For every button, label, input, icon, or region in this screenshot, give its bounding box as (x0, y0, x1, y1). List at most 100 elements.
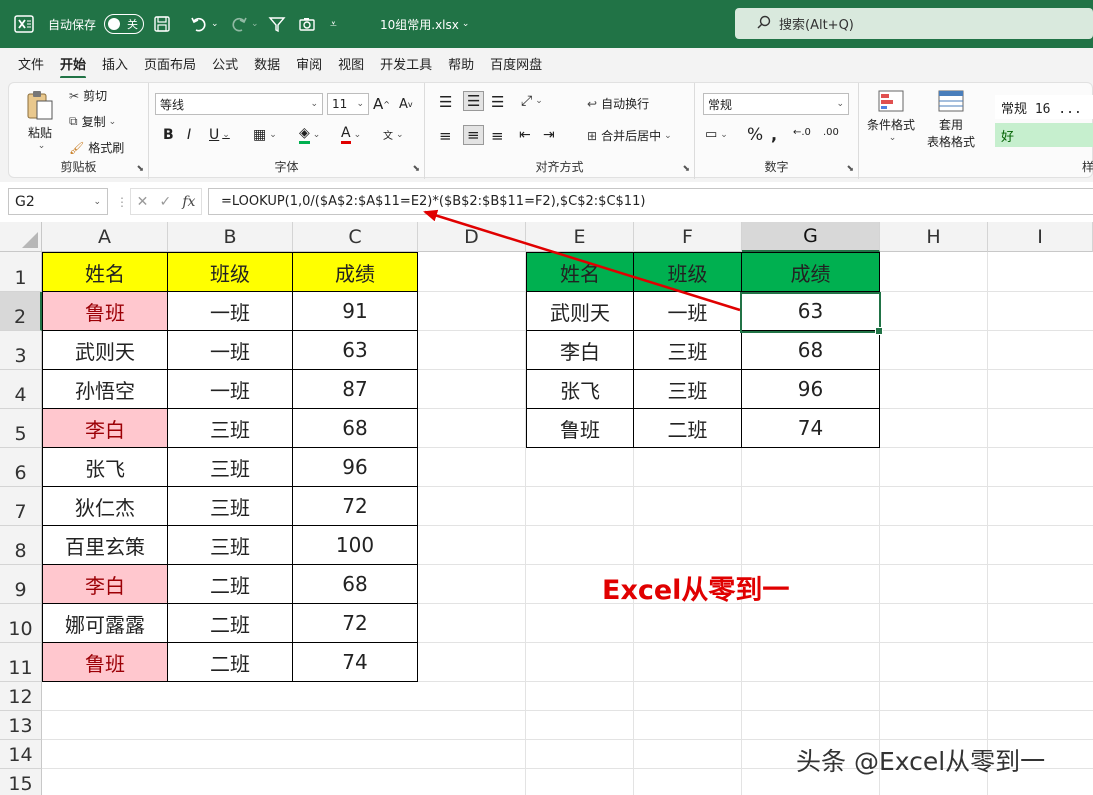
table-cell[interactable]: 87 (293, 370, 418, 409)
row-header[interactable]: 9 (0, 565, 42, 604)
tab-help[interactable]: 帮助 (448, 49, 474, 78)
table-cell[interactable]: 鲁班 (526, 409, 634, 448)
table-cell[interactable]: 三班 (168, 526, 293, 565)
table-cell[interactable]: 74 (742, 409, 880, 448)
row-header[interactable]: 12 (0, 682, 42, 711)
cut-button[interactable]: ✂ 剪切 (69, 87, 107, 104)
table-cell[interactable]: 96 (742, 370, 880, 409)
row-header[interactable]: 4 (0, 370, 42, 409)
alignment-launcher-icon[interactable]: ⬊ (682, 164, 690, 174)
table-header-cell[interactable]: 姓名 (526, 252, 634, 292)
table-cell[interactable]: 张飞 (526, 370, 634, 409)
table-cell[interactable]: 68 (293, 409, 418, 448)
row-header[interactable]: 7 (0, 487, 42, 526)
table-cell[interactable]: 张飞 (42, 448, 168, 487)
row-header[interactable]: 1 (0, 252, 42, 292)
borders-icon[interactable]: ▦ ⌄ (253, 127, 277, 143)
format-painter-button[interactable]: 🖌 格式刷 (69, 139, 124, 156)
underline-button[interactable]: U ⌄ (209, 127, 230, 143)
font-name-select[interactable]: 等线 ⌄ (155, 93, 323, 115)
table-cell[interactable]: 一班 (168, 292, 293, 331)
clipboard-launcher-icon[interactable]: ⬊ (136, 164, 144, 174)
table-cell[interactable]: 孙悟空 (42, 370, 168, 409)
table-cell[interactable]: 鲁班 (42, 292, 168, 331)
percent-icon[interactable]: % (747, 125, 763, 145)
align-bottom-icon[interactable]: ☰ (491, 93, 504, 111)
filter-icon[interactable] (268, 0, 286, 48)
save-icon[interactable] (153, 0, 171, 48)
table-cell[interactable]: 武则天 (42, 331, 168, 370)
row-header[interactable]: 2 (0, 292, 42, 331)
row-header[interactable]: 5 (0, 409, 42, 448)
table-cell[interactable]: 狄仁杰 (42, 487, 168, 526)
table-cell[interactable]: 68 (293, 565, 418, 604)
increase-indent-icon[interactable]: ⇥ (543, 127, 555, 143)
increase-font-icon[interactable]: A ^ (373, 95, 390, 113)
table-cell[interactable]: 100 (293, 526, 418, 565)
table-cell[interactable]: 武则天 (526, 292, 634, 331)
table-cell[interactable]: 李白 (42, 565, 168, 604)
table-cell[interactable]: 二班 (168, 565, 293, 604)
comma-style-icon[interactable]: , (771, 125, 777, 144)
table-cell[interactable]: 李白 (42, 409, 168, 448)
merge-center-button[interactable]: ⊞ 合并后居中 ⌄ (587, 127, 672, 144)
customize-toolbar-icon[interactable]: ⩡ (330, 0, 337, 48)
active-cell[interactable]: 63 (742, 292, 880, 331)
paste-button[interactable]: 粘贴 ⌄ (25, 89, 55, 151)
table-header-cell[interactable]: 班级 (634, 252, 742, 292)
align-top-icon[interactable]: ☰ (439, 93, 452, 111)
copy-button[interactable]: ⧉ 复制 ⌄ (69, 113, 116, 130)
align-right-icon[interactable]: ≡ (491, 127, 504, 145)
row-header[interactable]: 13 (0, 711, 42, 740)
search-box[interactable]: 搜索(Alt+Q) (735, 8, 1093, 39)
name-box[interactable]: G2 ⌄ (8, 188, 108, 215)
row-header[interactable]: 14 (0, 740, 42, 769)
row-header[interactable]: 3 (0, 331, 42, 370)
tab-insert[interactable]: 插入 (102, 49, 128, 78)
decrease-indent-icon[interactable]: ⇤ (519, 127, 531, 143)
table-cell[interactable]: 91 (293, 292, 418, 331)
number-launcher-icon[interactable]: ⬊ (846, 164, 854, 174)
tab-developer[interactable]: 开发工具 (380, 49, 432, 78)
column-header[interactable]: G (742, 222, 880, 252)
cancel-icon[interactable]: ✕ (137, 194, 149, 210)
tab-home[interactable]: 开始 (60, 49, 87, 79)
table-cell[interactable]: 74 (293, 643, 418, 682)
undo-icon[interactable]: ⌄ (190, 0, 219, 48)
table-cell[interactable]: 63 (293, 331, 418, 370)
column-header[interactable]: B (168, 222, 293, 252)
row-header[interactable]: 10 (0, 604, 42, 643)
tab-review[interactable]: 审阅 (296, 49, 322, 78)
row-header[interactable]: 6 (0, 448, 42, 487)
filename[interactable]: 10组常用.xlsx ⌄ (380, 0, 469, 48)
conditional-format-button[interactable]: 条件格式 ⌄ (867, 89, 915, 143)
column-header[interactable]: C (293, 222, 418, 252)
tab-file[interactable]: 文件 (18, 49, 44, 78)
increase-decimal-icon[interactable]: ←.0 (793, 127, 811, 138)
table-cell[interactable]: 72 (293, 604, 418, 643)
table-cell[interactable]: 68 (742, 331, 880, 370)
column-header[interactable]: E (526, 222, 634, 252)
accounting-format-icon[interactable]: ▭ ⌄ (705, 127, 728, 142)
table-cell[interactable]: 百里玄策 (42, 526, 168, 565)
phonetic-icon[interactable]: 文 ⌄ (383, 127, 404, 143)
table-header-cell[interactable]: 成绩 (742, 252, 880, 292)
italic-button[interactable]: I (187, 127, 191, 143)
align-left-icon[interactable]: ≡ (439, 127, 452, 145)
tab-data[interactable]: 数据 (254, 49, 280, 78)
tab-formulas[interactable]: 公式 (212, 49, 238, 78)
align-center-icon[interactable]: ≡ (463, 125, 484, 145)
table-cell[interactable]: 二班 (168, 643, 293, 682)
table-cell[interactable]: 鲁班 (42, 643, 168, 682)
enter-icon[interactable]: ✓ (159, 194, 171, 210)
column-header[interactable]: D (418, 222, 526, 252)
fill-color-icon[interactable]: ◈ ⌄ (299, 125, 320, 144)
row-header[interactable]: 8 (0, 526, 42, 565)
camera-icon[interactable] (298, 0, 316, 48)
table-header-cell[interactable]: 姓名 (42, 252, 168, 292)
column-header[interactable]: A (42, 222, 168, 252)
decrease-font-icon[interactable]: Av (399, 97, 413, 112)
table-cell[interactable]: 一班 (168, 331, 293, 370)
row-header[interactable]: 15 (0, 769, 42, 795)
tab-page-layout[interactable]: 页面布局 (144, 49, 196, 78)
